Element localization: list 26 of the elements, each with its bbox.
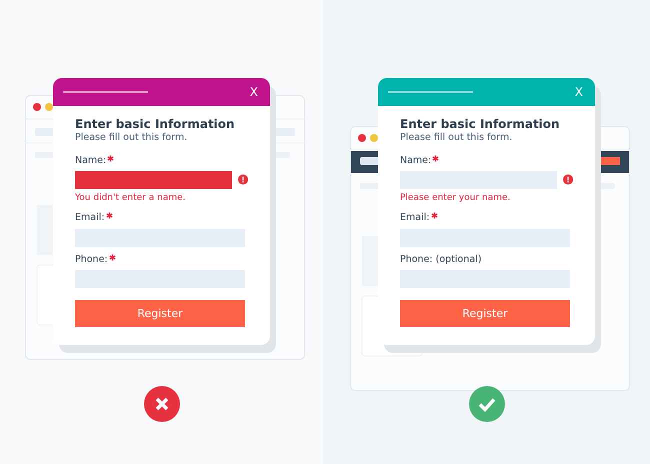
dialog-subtitle: Please fill out this form.: [75, 131, 188, 146]
field-label: Email:: [400, 211, 430, 226]
field-label: Name:: [400, 154, 432, 168]
input-field[interactable]: [75, 228, 245, 247]
header-line-icon: [63, 91, 148, 93]
error-message: Please enter your name.: [400, 192, 512, 205]
input-field[interactable]: [400, 170, 557, 189]
error-icon: [562, 174, 573, 186]
dialog-title: Enter basic Information: [400, 117, 561, 132]
close-button[interactable]: X: [572, 86, 585, 98]
error-message: You didn't enter a name.: [75, 192, 186, 205]
register-button[interactable]: Register: [400, 300, 570, 327]
dialog-subtitle: Please fill out this form.: [400, 131, 514, 146]
field-label: Phone:: [75, 252, 108, 267]
field-label: Phone: (optional): [400, 252, 482, 267]
field-label: Email:: [75, 211, 105, 226]
input-field[interactable]: [400, 270, 570, 288]
input-field[interactable]: [75, 270, 245, 288]
input-field[interactable]: [400, 228, 570, 247]
close-button[interactable]: X: [248, 86, 260, 98]
register-button[interactable]: Register: [75, 300, 245, 327]
input-field[interactable]: [75, 170, 232, 189]
dialog-title: Enter basic Information: [75, 117, 236, 132]
error-icon: [238, 174, 248, 186]
field-label: Name:: [75, 154, 106, 168]
header-line-icon: [388, 91, 473, 93]
